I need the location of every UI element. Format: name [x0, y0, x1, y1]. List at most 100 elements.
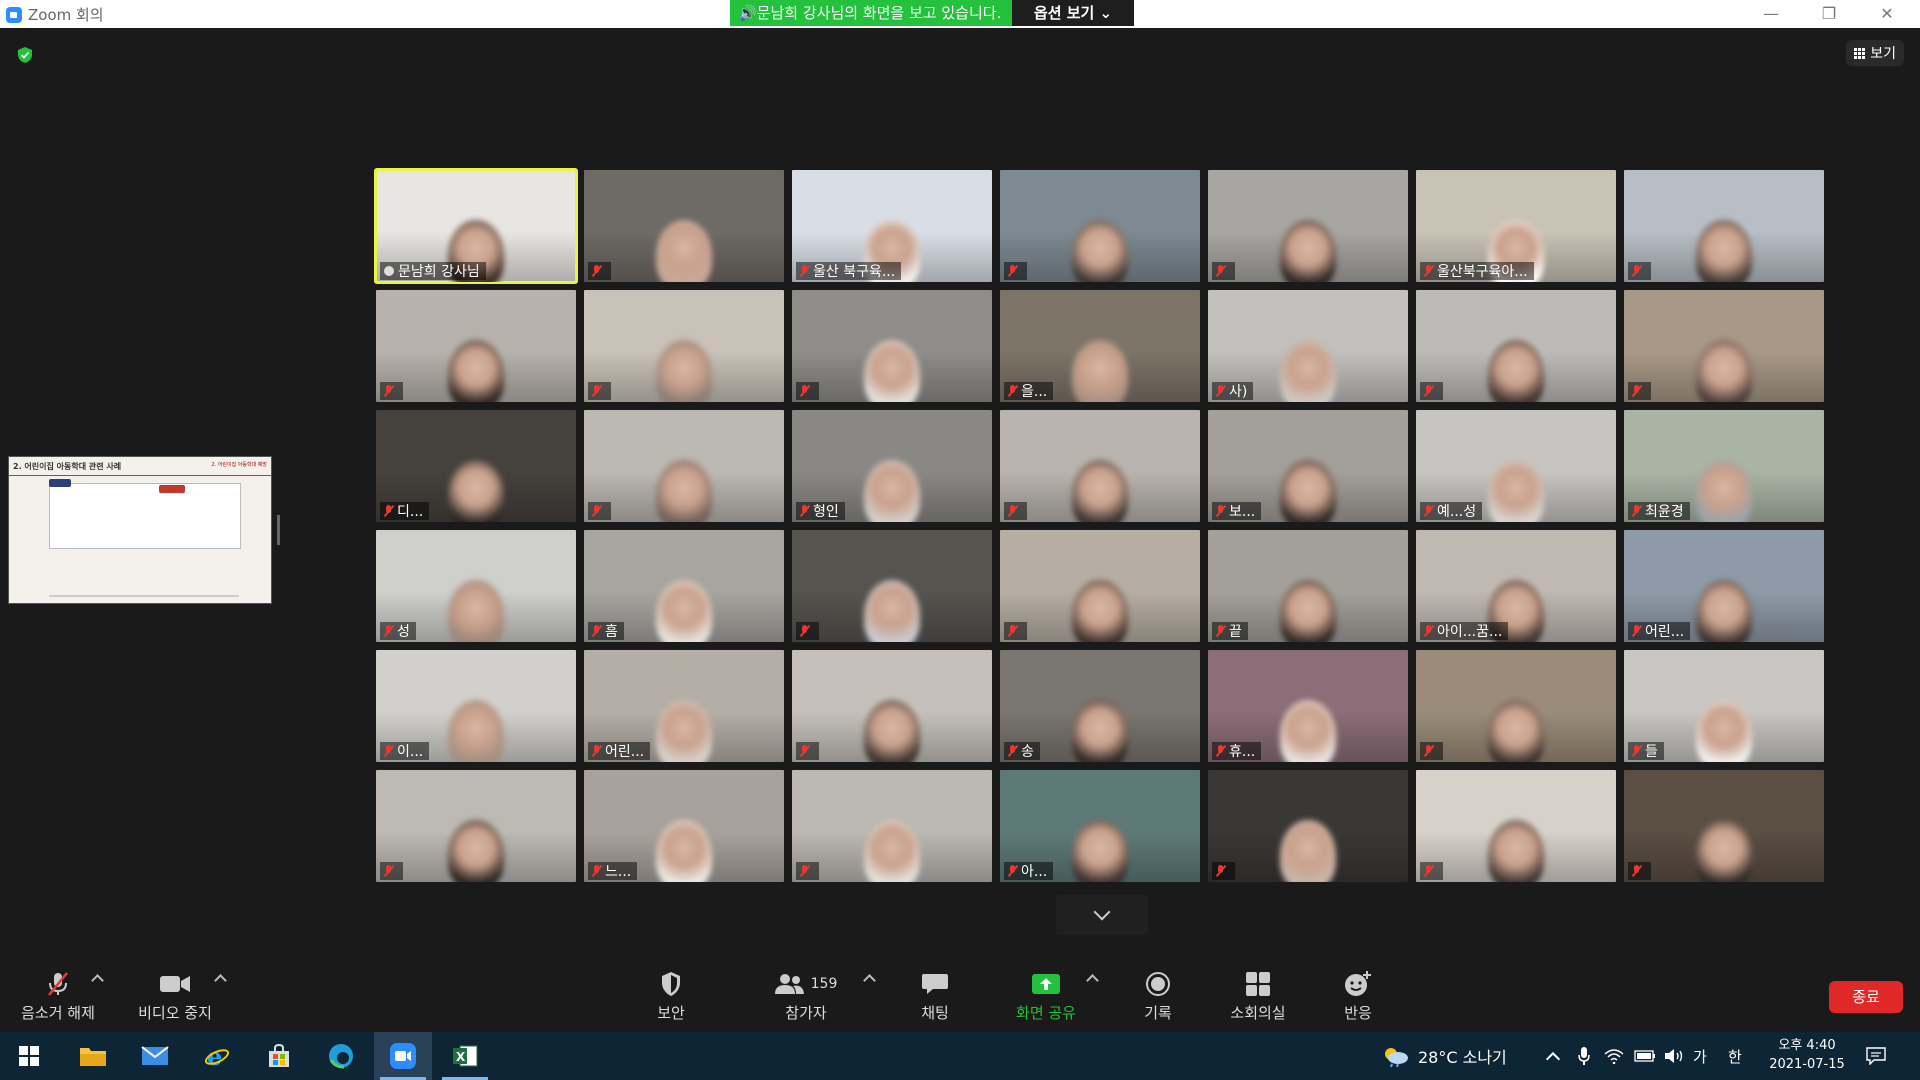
participant-name-label: 사): [1212, 382, 1254, 400]
start-button[interactable]: [0, 1032, 58, 1080]
internet-explorer-taskbar-button[interactable]: e: [188, 1032, 246, 1080]
ime-mode-han[interactable]: 한: [1728, 1032, 1742, 1080]
breakout-rooms-button[interactable]: 소회의실: [1222, 970, 1294, 1023]
notification-center-button[interactable]: [1866, 1032, 1886, 1080]
participant-video-tile[interactable]: 이...: [376, 650, 576, 762]
zoom-taskbar-button[interactable]: [374, 1032, 432, 1080]
participant-video-tile[interactable]: [584, 170, 784, 282]
participant-video-tile[interactable]: [1208, 170, 1408, 282]
participant-video-tile[interactable]: [1000, 530, 1200, 642]
slide-table: [49, 483, 241, 549]
participant-video-feed: [1072, 700, 1128, 762]
view-options-button[interactable]: 옵션 보기 ⌄: [1012, 0, 1134, 26]
share-screen-button[interactable]: 화면 공유: [1004, 970, 1088, 1023]
zoom-app-icon: [390, 1043, 416, 1069]
volume-tray-icon[interactable]: [1664, 1032, 1684, 1080]
participants-button[interactable]: 159 참가자: [770, 970, 842, 1023]
microphone-tray-icon[interactable]: [1578, 1032, 1590, 1080]
weather-widget[interactable]: 28°C 소나기: [1382, 1032, 1507, 1080]
battery-tray-icon[interactable]: [1634, 1032, 1656, 1080]
participant-video-tile[interactable]: 예...성: [1416, 410, 1616, 522]
slide-divider: [9, 475, 271, 476]
muted-mic-icon: [800, 505, 809, 517]
minimize-button[interactable]: —: [1742, 0, 1800, 28]
chat-button[interactable]: 채팅: [905, 970, 965, 1023]
close-button[interactable]: ✕: [1858, 0, 1916, 28]
participant-video-tile[interactable]: 최윤경: [1624, 410, 1824, 522]
system-clock[interactable]: 오후 4:40 2021-07-15: [1762, 1036, 1852, 1074]
participant-video-feed: [1072, 820, 1128, 882]
edge-taskbar-button[interactable]: [312, 1032, 370, 1080]
participant-video-tile[interactable]: 을...: [1000, 290, 1200, 402]
participant-video-tile[interactable]: [1624, 290, 1824, 402]
participant-video-tile[interactable]: 형인: [792, 410, 992, 522]
file-explorer-taskbar-button[interactable]: [64, 1032, 122, 1080]
participant-video-tile[interactable]: 울산북구육아...: [1416, 170, 1616, 282]
participants-options-caret[interactable]: [863, 974, 876, 987]
panel-splitter-handle[interactable]: [277, 515, 280, 545]
participant-video-feed: [1280, 700, 1336, 762]
slide-badge-red: [159, 485, 185, 493]
reactions-button[interactable]: 반응: [1328, 970, 1388, 1023]
participant-video-tile[interactable]: 아...: [1000, 770, 1200, 882]
participant-video-tile[interactable]: [1624, 770, 1824, 882]
participant-video-tile[interactable]: 성: [376, 530, 576, 642]
participant-video-tile[interactable]: [1208, 770, 1408, 882]
participant-video-tile[interactable]: [376, 290, 576, 402]
shared-screen-thumbnail[interactable]: 2. 어린이집 아동학대 관련 사례 2. 어린이집 아동학대 예방: [8, 456, 272, 604]
participant-video-tile[interactable]: 들: [1624, 650, 1824, 762]
participant-video-tile[interactable]: 어린...: [584, 650, 784, 762]
unmute-button[interactable]: 음소거 해제: [14, 970, 102, 1023]
participant-name-label: 보...: [1212, 502, 1262, 520]
mail-taskbar-button[interactable]: [126, 1032, 184, 1080]
store-taskbar-button[interactable]: [250, 1032, 308, 1080]
restore-button[interactable]: ❐: [1800, 0, 1858, 28]
participant-video-tile[interactable]: 보...: [1208, 410, 1408, 522]
record-button[interactable]: 기록: [1128, 970, 1188, 1023]
participant-video-tile[interactable]: [792, 290, 992, 402]
end-meeting-button[interactable]: 종료: [1829, 981, 1903, 1013]
participant-video-tile[interactable]: 울산 북구육...: [792, 170, 992, 282]
network-tray-icon[interactable]: [1604, 1032, 1624, 1080]
participant-video-feed: [1488, 700, 1544, 762]
participant-video-tile[interactable]: [584, 290, 784, 402]
participant-video-tile[interactable]: 아이...꿈...: [1416, 530, 1616, 642]
show-hidden-icons-button[interactable]: [1545, 1032, 1561, 1080]
security-button[interactable]: 보안: [640, 970, 702, 1023]
participant-video-tile[interactable]: 문남희 강사님: [374, 168, 578, 284]
participant-video-tile[interactable]: [376, 770, 576, 882]
gallery-page-down-button[interactable]: [1056, 895, 1148, 935]
participant-video-feed: [864, 460, 920, 522]
ime-mode-ga[interactable]: 가: [1693, 1032, 1707, 1080]
participant-name-label: [1628, 862, 1651, 880]
participant-video-tile[interactable]: [1000, 410, 1200, 522]
participant-video-tile[interactable]: 디...: [376, 410, 576, 522]
participant-video-tile[interactable]: [1416, 290, 1616, 402]
participant-video-tile[interactable]: 끝: [1208, 530, 1408, 642]
participant-video-tile[interactable]: 느...: [584, 770, 784, 882]
participant-video-tile[interactable]: 송: [1000, 650, 1200, 762]
encryption-shield-icon[interactable]: [16, 46, 34, 64]
participant-video-feed: [448, 340, 504, 402]
participant-video-tile[interactable]: [792, 770, 992, 882]
participant-video-tile[interactable]: [1416, 650, 1616, 762]
participant-video-tile[interactable]: [792, 530, 992, 642]
participant-name-label: 들: [1628, 742, 1664, 760]
participant-video-tile[interactable]: 사): [1208, 290, 1408, 402]
share-options-caret[interactable]: [1086, 974, 1099, 987]
participant-video-tile[interactable]: 흠: [584, 530, 784, 642]
participant-name: 흠: [605, 624, 618, 640]
participant-video-tile[interactable]: [1000, 170, 1200, 282]
participant-video-tile[interactable]: [792, 650, 992, 762]
share-banner-message: 🔊문남희 강사님의 화면을 보고 있습니다.: [730, 0, 1012, 26]
participant-video-tile[interactable]: [1624, 170, 1824, 282]
stop-video-button[interactable]: 비디오 중지: [130, 970, 220, 1023]
participant-video-tile[interactable]: [584, 410, 784, 522]
participant-video-tile[interactable]: 휴...: [1208, 650, 1408, 762]
share-screen-icon: [1032, 974, 1060, 994]
weather-text: 28°C 소나기: [1418, 1048, 1507, 1067]
participant-video-tile[interactable]: [1416, 770, 1616, 882]
view-button[interactable]: 보기: [1846, 40, 1904, 66]
participant-name-label: 성: [380, 622, 416, 640]
participant-video-tile[interactable]: 어린...: [1624, 530, 1824, 642]
